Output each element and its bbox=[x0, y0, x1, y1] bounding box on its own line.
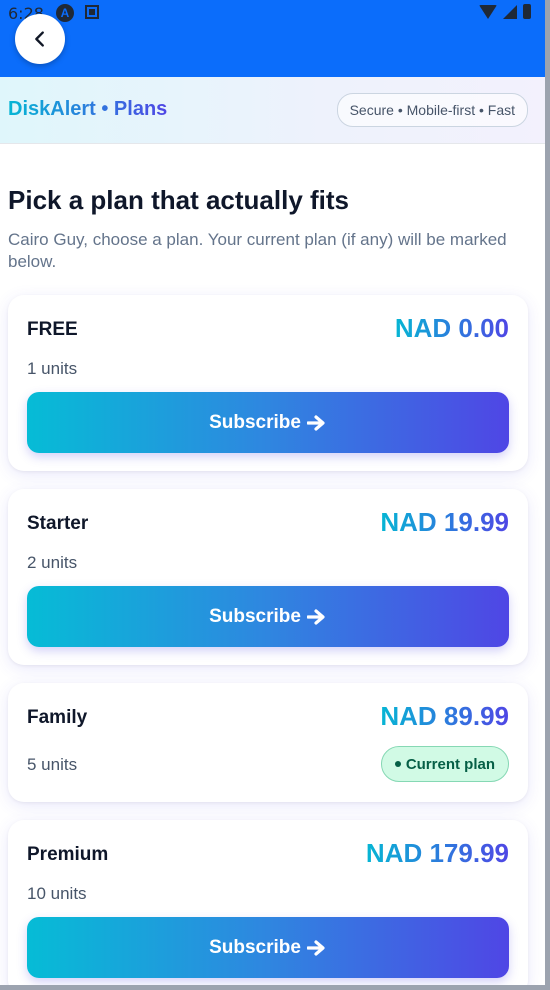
plan-card-premium: Premium NAD 179.99 10 units Subscribe bbox=[8, 820, 528, 985]
app-screen: 6:28 A DiskAlert • Plans Secure • Mobile… bbox=[0, 0, 545, 985]
plan-name: FREE bbox=[27, 319, 78, 340]
arrow-right-icon bbox=[306, 608, 325, 625]
page-header: DiskAlert • Plans Secure • Mobile-first … bbox=[0, 77, 545, 144]
notification-icon-letter: A bbox=[60, 6, 70, 20]
plan-units: 5 units bbox=[27, 755, 78, 774]
subscribe-button-premium[interactable]: Subscribe bbox=[27, 917, 509, 978]
plan-name: Starter bbox=[27, 513, 89, 534]
chevron-left-icon bbox=[35, 31, 44, 47]
plan-card-family: Family NAD 89.99 5 units Current plan bbox=[8, 683, 528, 802]
plan-price: NAD 89.99 bbox=[380, 701, 509, 731]
subscribe-label: Subscribe bbox=[209, 605, 301, 627]
back-button[interactable] bbox=[15, 14, 65, 64]
brand-title: DiskAlert • Plans bbox=[8, 98, 168, 120]
download-notification-icon bbox=[85, 5, 99, 19]
plan-price: NAD 19.99 bbox=[380, 507, 509, 537]
plan-list: FREE NAD 0.00 1 units Subscribe Starter … bbox=[8, 295, 528, 985]
plan-card-starter: Starter NAD 19.99 2 units Subscribe bbox=[8, 489, 528, 665]
plan-name: Premium bbox=[27, 844, 109, 865]
window-edge-right bbox=[545, 0, 550, 990]
plan-price: NAD 179.99 bbox=[365, 838, 509, 868]
tagline-pill: Secure • Mobile-first • Fast bbox=[336, 93, 528, 127]
subscribe-label: Subscribe bbox=[209, 936, 301, 958]
top-bar: 6:28 A bbox=[0, 0, 545, 77]
plan-units: 1 units bbox=[27, 359, 78, 378]
arrow-right-icon bbox=[306, 939, 325, 956]
plan-units: 2 units bbox=[27, 553, 78, 572]
plan-price: NAD 0.00 bbox=[394, 313, 509, 343]
plan-name: Family bbox=[27, 707, 88, 728]
wifi-icon bbox=[479, 4, 497, 19]
signal-icon bbox=[503, 4, 517, 19]
battery-icon bbox=[523, 4, 531, 19]
status-icons bbox=[479, 4, 531, 19]
page-subtitle: Cairo Guy, choose a plan. Your current p… bbox=[8, 230, 507, 271]
subscribe-label: Subscribe bbox=[209, 411, 301, 433]
app-notification-icon: A bbox=[56, 4, 74, 22]
window-edge-bottom bbox=[0, 985, 550, 990]
page-title: Pick a plan that actually fits bbox=[8, 185, 349, 215]
current-plan-label: Current plan bbox=[405, 755, 495, 773]
subscribe-button-free[interactable]: Subscribe bbox=[27, 392, 509, 453]
status-dot-icon bbox=[394, 761, 401, 767]
arrow-right-icon bbox=[306, 414, 325, 431]
plan-card-free: FREE NAD 0.00 1 units Subscribe bbox=[8, 295, 528, 471]
current-plan-badge: Current plan bbox=[380, 746, 509, 782]
plan-units: 10 units bbox=[27, 884, 87, 903]
subscribe-button-starter[interactable]: Subscribe bbox=[27, 586, 509, 647]
